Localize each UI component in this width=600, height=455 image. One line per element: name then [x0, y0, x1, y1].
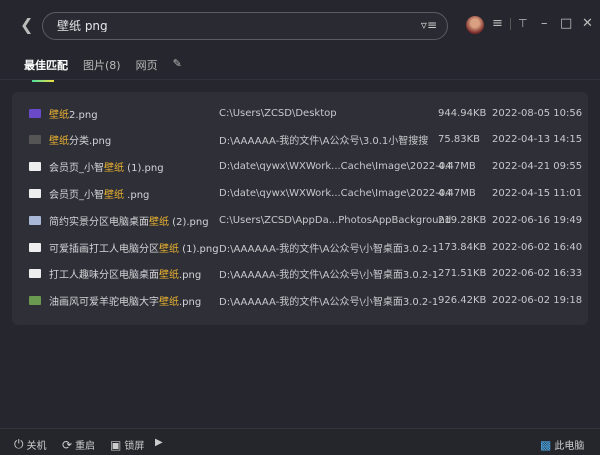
file-date: 2022-04-13 14:15 [492, 134, 583, 146]
file-date: 2022-08-05 10:56 [492, 107, 583, 119]
file-date: 2022-04-21 09:55 [492, 161, 583, 173]
search-box[interactable]: ▿≡ [42, 12, 448, 40]
tabs: 最佳匹配 图片(8) 网页 ✎ [24, 57, 182, 82]
file-name: 打工人趣味分区电脑桌面壁纸.png [49, 270, 202, 282]
computer-icon: ▩ [540, 437, 552, 452]
image-file-icon [29, 296, 41, 306]
results-list: 壁纸2.png C:\Users\ZCSD\Desktop 944.94KB 2… [12, 92, 588, 325]
file-name: 壁纸分类.png [49, 136, 112, 148]
file-date: 2022-06-02 19:18 [492, 295, 583, 307]
image-file-icon [29, 215, 41, 225]
tab-best-match[interactable]: 最佳匹配 [24, 57, 68, 82]
file-size: 4.47MB [438, 187, 476, 199]
result-row[interactable]: 打工人趣味分区电脑桌面壁纸.png D:\AAAAAA-我的文件\A公众号\小智… [12, 261, 588, 287]
file-path: C:\Users\ZCSD\AppDa...PhotosAppBackgroun… [219, 214, 452, 226]
close-icon[interactable]: ✕ [582, 14, 593, 34]
file-size: 944.94KB [438, 107, 487, 119]
file-size: 926.42KB [438, 295, 487, 307]
file-path: D:\date\qywx\WXWork...Cache\Image\2022-0… [219, 161, 452, 173]
file-name: 壁纸2.png [49, 109, 98, 121]
file-size: 75.83KB [438, 134, 481, 146]
file-size: 271.51KB [438, 268, 487, 280]
power-icon: ⏻ [14, 437, 24, 451]
result-row[interactable]: 会员页_小智壁纸 .png D:\date\qywx\WXWork...Cach… [12, 180, 588, 206]
shutdown-button[interactable]: ⏻ 关机 [14, 437, 47, 452]
image-file-icon [29, 135, 41, 145]
result-row[interactable]: 壁纸2.png C:\Users\ZCSD\Desktop 944.94KB 2… [12, 100, 588, 126]
minimize-icon[interactable]: – [541, 14, 548, 34]
image-file-icon [29, 188, 41, 198]
file-name: 可爱插画打工人电脑分区壁纸 (1).png [49, 243, 219, 255]
file-date: 2022-06-02 16:40 [492, 241, 583, 253]
menu-icon[interactable]: ≡ [492, 14, 503, 34]
file-size: 4.47MB [438, 161, 476, 173]
bottom-bar: ⏻ 关机 ⟳ 重启 ▣ 锁屏 ▶ ▩ 此电脑 [0, 428, 600, 455]
file-date: 2022-06-02 16:33 [492, 268, 583, 280]
image-file-icon [29, 269, 41, 279]
lock-icon: ▣ [110, 437, 122, 452]
expand-arrow-icon[interactable]: ▶ [155, 437, 163, 448]
this-pc-button[interactable]: ▩ 此电脑 [540, 437, 584, 453]
file-path: D:\AAAAAA-我的文件\A公众号\小智桌面3.0.2-1 [219, 270, 439, 282]
file-name: 油画风可爱羊驼电脑大字壁纸.png [49, 297, 202, 309]
restart-button[interactable]: ⟳ 重启 [62, 437, 95, 453]
divider [0, 79, 600, 80]
file-path: D:\AAAAAA-我的文件\A公众号\3.0.1小智搜搜 [219, 136, 429, 148]
file-name: 简约实景分区电脑桌面壁纸 (2).png [49, 216, 209, 228]
lock-button[interactable]: ▣ 锁屏 [110, 437, 144, 453]
image-file-icon [29, 242, 41, 252]
avatar[interactable] [466, 16, 484, 34]
edit-icon[interactable]: ✎ [173, 57, 182, 73]
back-button[interactable]: ❮ [20, 14, 34, 36]
file-date: 2022-04-15 11:01 [492, 187, 583, 199]
result-row[interactable]: 油画风可爱羊驼电脑大字壁纸.png D:\AAAAAA-我的文件\A公众号\小智… [12, 288, 588, 314]
tab-web[interactable]: 网页 [136, 57, 158, 73]
result-row[interactable]: 简约实景分区电脑桌面壁纸 (2).png C:\Users\ZCSD\AppDa… [12, 207, 588, 233]
file-path: D:\AAAAAA-我的文件\A公众号\小智桌面3.0.2-1 [219, 243, 439, 255]
tab-images[interactable]: 图片(8) [83, 57, 121, 73]
restart-icon: ⟳ [62, 437, 73, 452]
file-path: D:\AAAAAA-我的文件\A公众号\小智桌面3.0.2-1 [219, 297, 439, 309]
image-file-icon [29, 162, 41, 172]
divider [510, 18, 511, 30]
result-row[interactable]: 壁纸分类.png D:\AAAAAA-我的文件\A公众号\3.0.1小智搜搜 7… [12, 127, 588, 153]
file-path: C:\Users\ZCSD\Desktop [219, 107, 337, 119]
result-row[interactable]: 可爱插画打工人电脑分区壁纸 (1).png D:\AAAAAA-我的文件\A公众… [12, 234, 588, 260]
pin-icon[interactable]: ⊤ [518, 14, 528, 34]
file-name: 会员页_小智壁纸 .png [49, 189, 150, 201]
result-row[interactable]: 会员页_小智壁纸 (1).png D:\date\qywx\WXWork...C… [12, 154, 588, 180]
file-date: 2022-06-16 19:49 [492, 214, 583, 226]
filter-icon[interactable]: ▿≡ [421, 18, 437, 32]
search-input[interactable] [57, 18, 407, 32]
image-file-icon [29, 108, 41, 118]
file-size: 173.84KB [438, 241, 487, 253]
file-path: D:\date\qywx\WXWork...Cache\Image\2022-0… [219, 187, 452, 199]
file-name: 会员页_小智壁纸 (1).png [49, 163, 164, 175]
maximize-icon[interactable]: □ [560, 14, 572, 34]
file-size: 219.28KB [438, 214, 487, 226]
